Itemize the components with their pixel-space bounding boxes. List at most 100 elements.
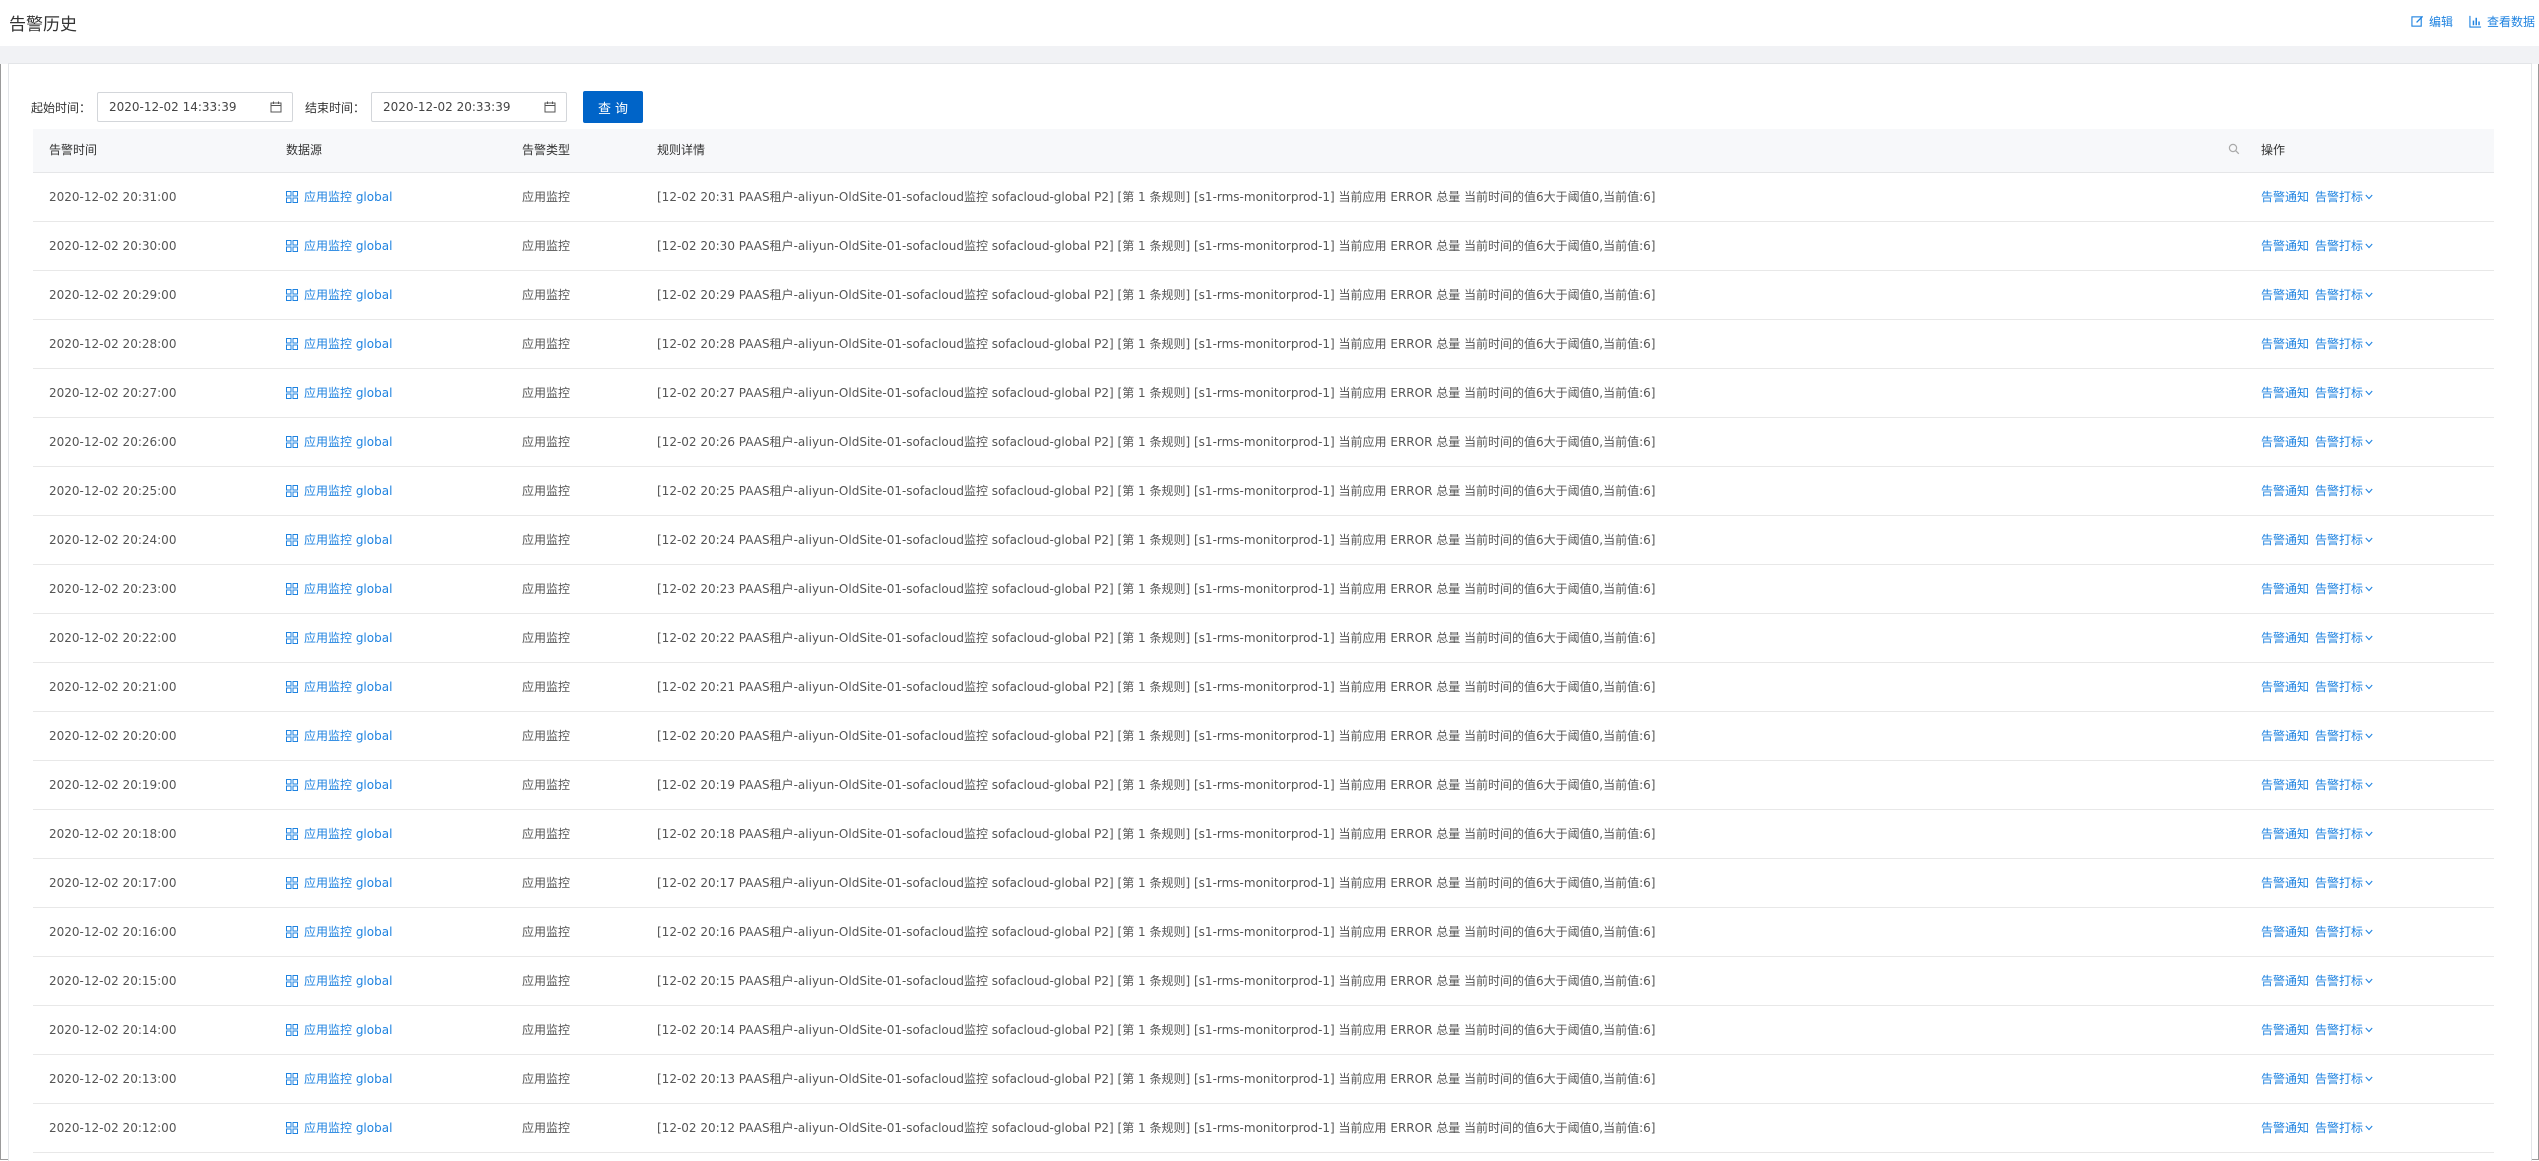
data-source-link[interactable]: 应用监控 global [286, 957, 392, 1005]
data-source-label: 应用监控 global [304, 337, 393, 351]
app-monitor-icon [286, 387, 298, 399]
alert-mark-dropdown[interactable]: 告警打标 [2315, 1104, 2373, 1152]
data-source-link[interactable]: 应用监控 global [286, 222, 392, 270]
data-source-link[interactable]: 应用监控 global [286, 271, 392, 319]
app-monitor-icon [286, 681, 298, 693]
alert-mark-label: 告警打标 [2315, 876, 2364, 890]
alert-time: 2020-12-02 20:20:00 [49, 729, 177, 743]
row-actions: 告警通知 告警打标 [2261, 761, 2373, 809]
alert-mark-dropdown[interactable]: 告警打标 [2315, 173, 2373, 221]
alert-mark-label: 告警打标 [2315, 827, 2364, 841]
alert-mark-dropdown[interactable]: 告警打标 [2315, 1006, 2373, 1054]
alert-mark-dropdown[interactable]: 告警打标 [2315, 369, 2373, 417]
alert-mark-dropdown[interactable]: 告警打标 [2315, 810, 2373, 858]
data-source-link[interactable]: 应用监控 global [286, 810, 392, 858]
alert-notify-link[interactable]: 告警通知 [2261, 173, 2309, 221]
alert-notify-link[interactable]: 告警通知 [2261, 957, 2309, 1005]
alert-history-table: 告警时间 数据源 告警类型 规则详情 操作 2020-12-02 20:31:0… [33, 129, 2494, 1153]
end-time-label: 结束时间： [305, 100, 366, 115]
alert-mark-dropdown[interactable]: 告警打标 [2315, 614, 2373, 662]
alert-mark-dropdown[interactable]: 告警打标 [2315, 418, 2373, 466]
alert-notify-link[interactable]: 告警通知 [2261, 516, 2309, 564]
data-source-link[interactable]: 应用监控 global [286, 614, 392, 662]
alert-mark-dropdown[interactable]: 告警打标 [2315, 1055, 2373, 1103]
data-source-link[interactable]: 应用监控 global [286, 565, 392, 613]
alert-notify-link[interactable]: 告警通知 [2261, 418, 2309, 466]
data-source-label: 应用监控 global [304, 533, 393, 547]
edit-button[interactable]: 编辑 [2411, 13, 2453, 30]
alert-notify-link[interactable]: 告警通知 [2261, 859, 2309, 907]
alert-mark-label: 告警打标 [2315, 386, 2364, 400]
alert-mark-dropdown[interactable]: 告警打标 [2315, 467, 2373, 515]
top-bar: 告警历史 编辑 查看数据 [0, 0, 2539, 46]
alert-time: 2020-12-02 20:29:00 [49, 288, 177, 302]
rule-detail: [12-02 20:29 PAAS租户-aliyun-OldSite-01-so… [657, 288, 1656, 302]
alert-notify-link[interactable]: 告警通知 [2261, 614, 2309, 662]
filter-bar: 起始时间： 2020-12-02 14:33:39 结束时间： 2020-12-… [31, 91, 644, 123]
app-monitor-icon [286, 1122, 298, 1134]
alert-notify-link[interactable]: 告警通知 [2261, 761, 2309, 809]
alert-mark-dropdown[interactable]: 告警打标 [2315, 761, 2373, 809]
row-actions: 告警通知 告警打标 [2261, 173, 2373, 221]
query-button[interactable]: 查询 [583, 91, 644, 123]
alert-notify-link[interactable]: 告警通知 [2261, 663, 2309, 711]
data-source-link[interactable]: 应用监控 global [286, 516, 392, 564]
alert-mark-dropdown[interactable]: 告警打标 [2315, 271, 2373, 319]
alert-notify-link[interactable]: 告警通知 [2261, 271, 2309, 319]
data-source-link[interactable]: 应用监控 global [286, 1104, 392, 1152]
alert-mark-dropdown[interactable]: 告警打标 [2315, 565, 2373, 613]
data-source-link[interactable]: 应用监控 global [286, 761, 392, 809]
data-source-link[interactable]: 应用监控 global [286, 369, 392, 417]
alert-mark-dropdown[interactable]: 告警打标 [2315, 516, 2373, 564]
row-actions: 告警通知 告警打标 [2261, 663, 2373, 711]
data-source-link[interactable]: 应用监控 global [286, 320, 392, 368]
data-source-link[interactable]: 应用监控 global [286, 1006, 392, 1054]
alert-notify-link[interactable]: 告警通知 [2261, 1104, 2309, 1152]
alert-mark-dropdown[interactable]: 告警打标 [2315, 859, 2373, 907]
alert-notify-link[interactable]: 告警通知 [2261, 369, 2309, 417]
table-row: 2020-12-02 20:26:00 应用监控 global 应用监控 [12-02… [33, 418, 2494, 467]
alert-mark-dropdown[interactable]: 告警打标 [2315, 663, 2373, 711]
search-icon[interactable] [2228, 143, 2240, 155]
data-source-link[interactable]: 应用监控 global [286, 1055, 392, 1103]
alert-notify-link[interactable]: 告警通知 [2261, 908, 2309, 956]
alert-notify-link[interactable]: 告警通知 [2261, 810, 2309, 858]
alert-mark-dropdown[interactable]: 告警打标 [2315, 222, 2373, 270]
alert-mark-label: 告警打标 [2315, 239, 2364, 253]
alert-mark-dropdown[interactable]: 告警打标 [2315, 957, 2373, 1005]
chevron-down-icon [2365, 586, 2373, 592]
alert-notify-link[interactable]: 告警通知 [2261, 222, 2309, 270]
rule-detail: [12-02 20:12 PAAS租户-aliyun-OldSite-01-so… [657, 1121, 1656, 1135]
app-monitor-icon [286, 730, 298, 742]
data-source-link[interactable]: 应用监控 global [286, 663, 392, 711]
app-monitor-icon [286, 534, 298, 546]
data-source-link[interactable]: 应用监控 global [286, 712, 392, 760]
alert-type: 应用监控 [522, 190, 571, 204]
data-source-link[interactable]: 应用监控 global [286, 418, 392, 466]
data-source-link[interactable]: 应用监控 global [286, 467, 392, 515]
alert-notify-link[interactable]: 告警通知 [2261, 467, 2309, 515]
alert-notify-link[interactable]: 告警通知 [2261, 1006, 2309, 1054]
rule-detail: [12-02 20:30 PAAS租户-aliyun-OldSite-01-so… [657, 239, 1656, 253]
alert-notify-link[interactable]: 告警通知 [2261, 565, 2309, 613]
alert-mark-dropdown[interactable]: 告警打标 [2315, 908, 2373, 956]
data-source-link[interactable]: 应用监控 global [286, 173, 392, 221]
view-data-button[interactable]: 查看数据 [2469, 13, 2535, 30]
table-row: 2020-12-02 20:18:00 应用监控 global 应用监控 [12-02… [33, 810, 2494, 859]
data-source-label: 应用监控 global [304, 729, 393, 743]
chevron-down-icon [2365, 488, 2373, 494]
data-source-link[interactable]: 应用监控 global [286, 859, 392, 907]
start-time-picker[interactable]: 2020-12-02 14:33:39 [97, 92, 294, 122]
alert-mark-dropdown[interactable]: 告警打标 [2315, 712, 2373, 760]
app-monitor-icon [286, 779, 298, 791]
alert-time: 2020-12-02 20:17:00 [49, 876, 177, 890]
alert-notify-link[interactable]: 告警通知 [2261, 1055, 2309, 1103]
alert-notify-link[interactable]: 告警通知 [2261, 712, 2309, 760]
alert-type: 应用监控 [522, 729, 571, 743]
app-monitor-icon [286, 1024, 298, 1036]
rule-detail: [12-02 20:17 PAAS租户-aliyun-OldSite-01-so… [657, 876, 1656, 890]
data-source-link[interactable]: 应用监控 global [286, 908, 392, 956]
alert-notify-link[interactable]: 告警通知 [2261, 320, 2309, 368]
end-time-picker[interactable]: 2020-12-02 20:33:39 [371, 92, 568, 122]
alert-mark-dropdown[interactable]: 告警打标 [2315, 320, 2373, 368]
